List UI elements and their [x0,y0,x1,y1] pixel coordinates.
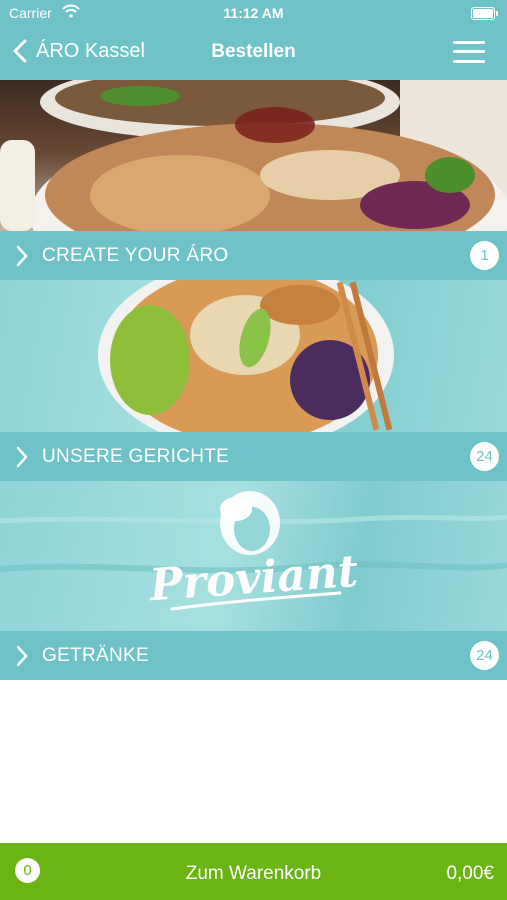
chevron-right-icon [16,645,28,667]
status-bar: Carrier 11:12 AM [0,0,507,26]
back-label: ÁRO Kassel [36,39,145,62]
banner-image-proviant: Proviant [0,481,507,631]
proviant-logo: Proviant [0,491,507,611]
category-label: UNSERE GERICHTE [42,446,230,467]
back-button[interactable]: ÁRO Kassel [12,38,145,64]
banner-image-dish [0,280,507,432]
chevron-left-icon [13,39,27,63]
cart-total: 0,00€ [446,863,494,884]
category-label: CREATE YOUR ÁRO [42,245,229,266]
category-count-badge: 24 [470,442,499,471]
status-time: 11:12 AM [223,5,284,21]
category-row-create-your-aro[interactable]: CREATE YOUR ÁRO 1 [0,231,507,280]
cart-button[interactable]: 0 Zum Warenkorb 0,00€ [0,843,507,900]
banner-image-bowls [0,80,507,231]
hamburger-menu-icon[interactable] [453,40,485,64]
dish-image [98,280,394,432]
category-row-unsere-gerichte[interactable]: UNSERE GERICHTE 24 [0,432,507,481]
cart-label: Zum Warenkorb [185,863,322,884]
chevron-right-icon [16,446,28,468]
category-row-getraenke[interactable]: GETRÄNKE 24 [0,631,507,680]
poke-bowl-image [0,80,507,231]
chevron-right-icon [16,245,28,267]
navigation-bar: ÁRO Kassel Bestellen [0,26,507,80]
category-count-badge: 24 [470,641,499,670]
category-label: GETRÄNKE [42,645,149,666]
battery-icon [471,7,498,20]
category-count-badge: 1 [470,241,499,270]
